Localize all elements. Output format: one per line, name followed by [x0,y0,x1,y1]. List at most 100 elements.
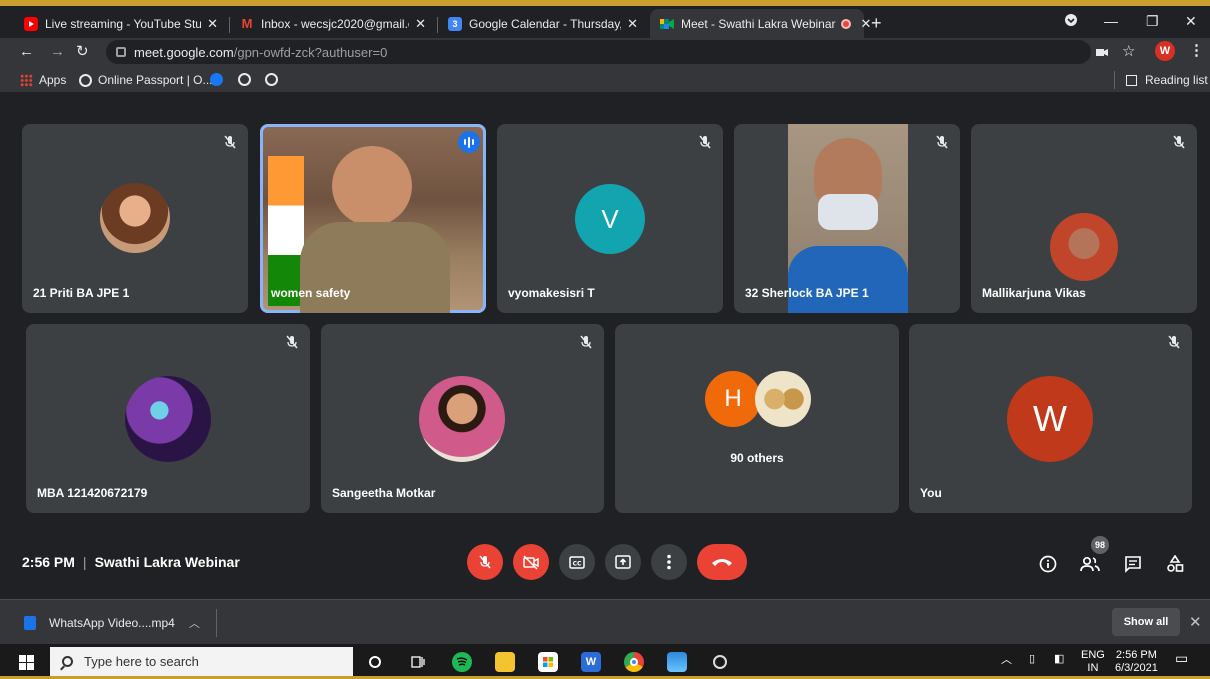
reading-list-icon [1126,74,1137,86]
battery-icon[interactable]: ▯ [1029,653,1035,666]
windows-start-icon[interactable] [19,655,34,670]
tab-gmail-inbox[interactable]: M Inbox - wecsjc2020@gmail.com - ✕ [230,9,436,38]
participant-name: Mallikarjuna Vikas [982,286,1086,300]
participant-tile[interactable]: Mallikarjuna Vikas [971,124,1197,313]
bookmark-apps[interactable]: Apps [20,73,66,87]
svg-text:CC: CC [573,560,582,567]
address-bar[interactable]: meet.google.com/gpn-owfd-zck?authuser=0 [106,40,1091,64]
close-icon[interactable]: ✕ [415,16,426,32]
toggle-camera-button[interactable] [513,544,549,580]
microsoft-store-icon[interactable] [538,652,558,672]
leave-call-button[interactable] [697,544,747,580]
bookmark-star-icon[interactable]: ☆ [1122,42,1135,60]
menu-kebab-icon[interactable]: ⋮ [1189,41,1204,59]
participant-name: vyomakesisri T [508,286,595,300]
participant-tile-active-speaker[interactable]: women safety [260,124,486,313]
meeting-details-button[interactable] [1037,553,1059,575]
reading-list-button[interactable]: Reading list [1126,73,1208,87]
close-shelf-icon[interactable]: ✕ [1189,613,1202,631]
participant-tile[interactable]: MBA 121420672179 [26,324,310,513]
participant-tile[interactable]: Sangeetha Motkar [321,324,604,513]
participant-name: women safety [271,286,351,300]
file-explorer-icon[interactable] [495,652,515,672]
settings-gear-icon[interactable] [710,652,730,672]
photos-icon[interactable] [667,652,687,672]
meeting-title: Swathi Lakra Webinar [94,554,240,570]
mic-off-icon [479,555,491,569]
restore-button[interactable]: ❐ [1146,13,1159,30]
participant-tile[interactable]: 32 Sherlock BA JPE 1 [734,124,960,313]
tray-chevron-up-icon[interactable]: ︿ [1001,654,1012,667]
language-indicator[interactable]: ENG IN [1081,649,1105,675]
activities-button[interactable] [1164,553,1186,575]
tab-search-icon[interactable] [1064,13,1078,30]
speaker-face-image [332,146,412,226]
task-view-icon[interactable] [408,652,428,672]
tab-youtube-studio[interactable]: Live streaming - YouTube Studio ✕ [14,9,228,38]
download-shelf: WhatsApp Video....mp4 ︿ Show all ✕ [0,599,1210,644]
facebook-icon [210,73,223,86]
camera-off-icon [523,555,539,570]
windows-taskbar: Type here to search W ︿ ▯ ◧ ENG IN 2:56 … [0,644,1210,679]
bookmark-online-passport[interactable]: Online Passport | O... [79,73,213,87]
url-path: /gpn-owfd-zck?authuser=0 [233,44,388,60]
reading-list-label: Reading list [1145,73,1208,87]
more-options-button[interactable] [651,544,687,580]
profile-avatar[interactable]: W [1155,41,1175,61]
bookmarks-bar: Apps Online Passport | O... Reading list [0,67,1210,93]
toggle-mic-button[interactable] [467,544,503,580]
bookmark-label: Online Passport | O... [98,73,213,87]
participant-name: 21 Priti BA JPE 1 [33,286,130,300]
new-tab-button[interactable]: + [871,13,882,34]
chat-button[interactable] [1122,553,1144,575]
tab-meet[interactable]: Meet - Swathi Lakra Webinar ✕ [650,9,871,38]
captions-button[interactable]: CC [559,544,595,580]
tab-google-calendar[interactable]: 3 Google Calendar - Thursday, June ✕ [438,9,648,38]
globe-icon [238,73,251,86]
meeting-info: 2:56 PM | Swathi Lakra Webinar [22,554,240,570]
more-vert-icon [667,554,671,570]
others-count: 90 others [730,451,784,465]
cortana-icon[interactable] [365,652,385,672]
back-button[interactable]: ← [19,43,34,60]
present-screen-button[interactable] [605,544,641,580]
language-code: ENG [1081,649,1105,661]
taskbar-clock[interactable]: 2:56 PM 6/3/2021 [1115,649,1158,675]
close-icon[interactable]: ✕ [627,16,638,32]
chrome-icon[interactable] [624,652,644,672]
close-window-button[interactable]: ✕ [1185,13,1197,30]
bookmark-globe-1[interactable] [238,73,257,86]
participant-tile[interactable]: 21 Priti BA JPE 1 [22,124,248,313]
participant-tile-self[interactable]: W You [909,324,1192,513]
tab-title: Live streaming - YouTube Studio [45,16,202,31]
gmail-icon: M [241,16,253,31]
people-button[interactable] [1079,553,1101,575]
taskbar-search-box[interactable]: Type here to search [50,647,353,676]
bookmark-facebook[interactable] [210,73,229,86]
wps-office-icon[interactable]: W [581,652,601,672]
spotify-icon[interactable] [452,652,472,672]
mic-off-icon [1168,335,1180,349]
close-icon[interactable]: ✕ [207,16,218,32]
speaking-indicator-icon [458,131,480,153]
bookmark-globe-2[interactable] [265,73,284,86]
flag-image [268,156,304,306]
recording-indicator-icon [840,18,851,29]
forward-button[interactable]: → [50,43,65,60]
participant-tile-others[interactable]: H 90 others [615,324,899,513]
participant-name: 32 Sherlock BA JPE 1 [745,286,869,300]
close-icon[interactable]: ✕ [861,16,872,32]
reload-button[interactable]: ↻ [76,42,89,60]
participant-tile[interactable]: V vyomakesisri T [497,124,723,313]
show-all-button[interactable]: Show all [1112,608,1180,636]
info-icon [1039,555,1057,573]
notifications-icon[interactable]: ▭ [1175,651,1188,665]
mic-off-icon [580,335,592,349]
mic-off-icon [286,335,298,349]
camera-icon[interactable] [1096,45,1108,60]
minimize-button[interactable]: — [1104,13,1118,29]
download-item[interactable]: WhatsApp Video....mp4 ︿ [12,609,217,637]
network-icon[interactable]: ◧ [1054,653,1064,666]
tab-title: Google Calendar - Thursday, June [469,16,622,31]
chevron-up-icon[interactable]: ︿ [189,615,200,631]
